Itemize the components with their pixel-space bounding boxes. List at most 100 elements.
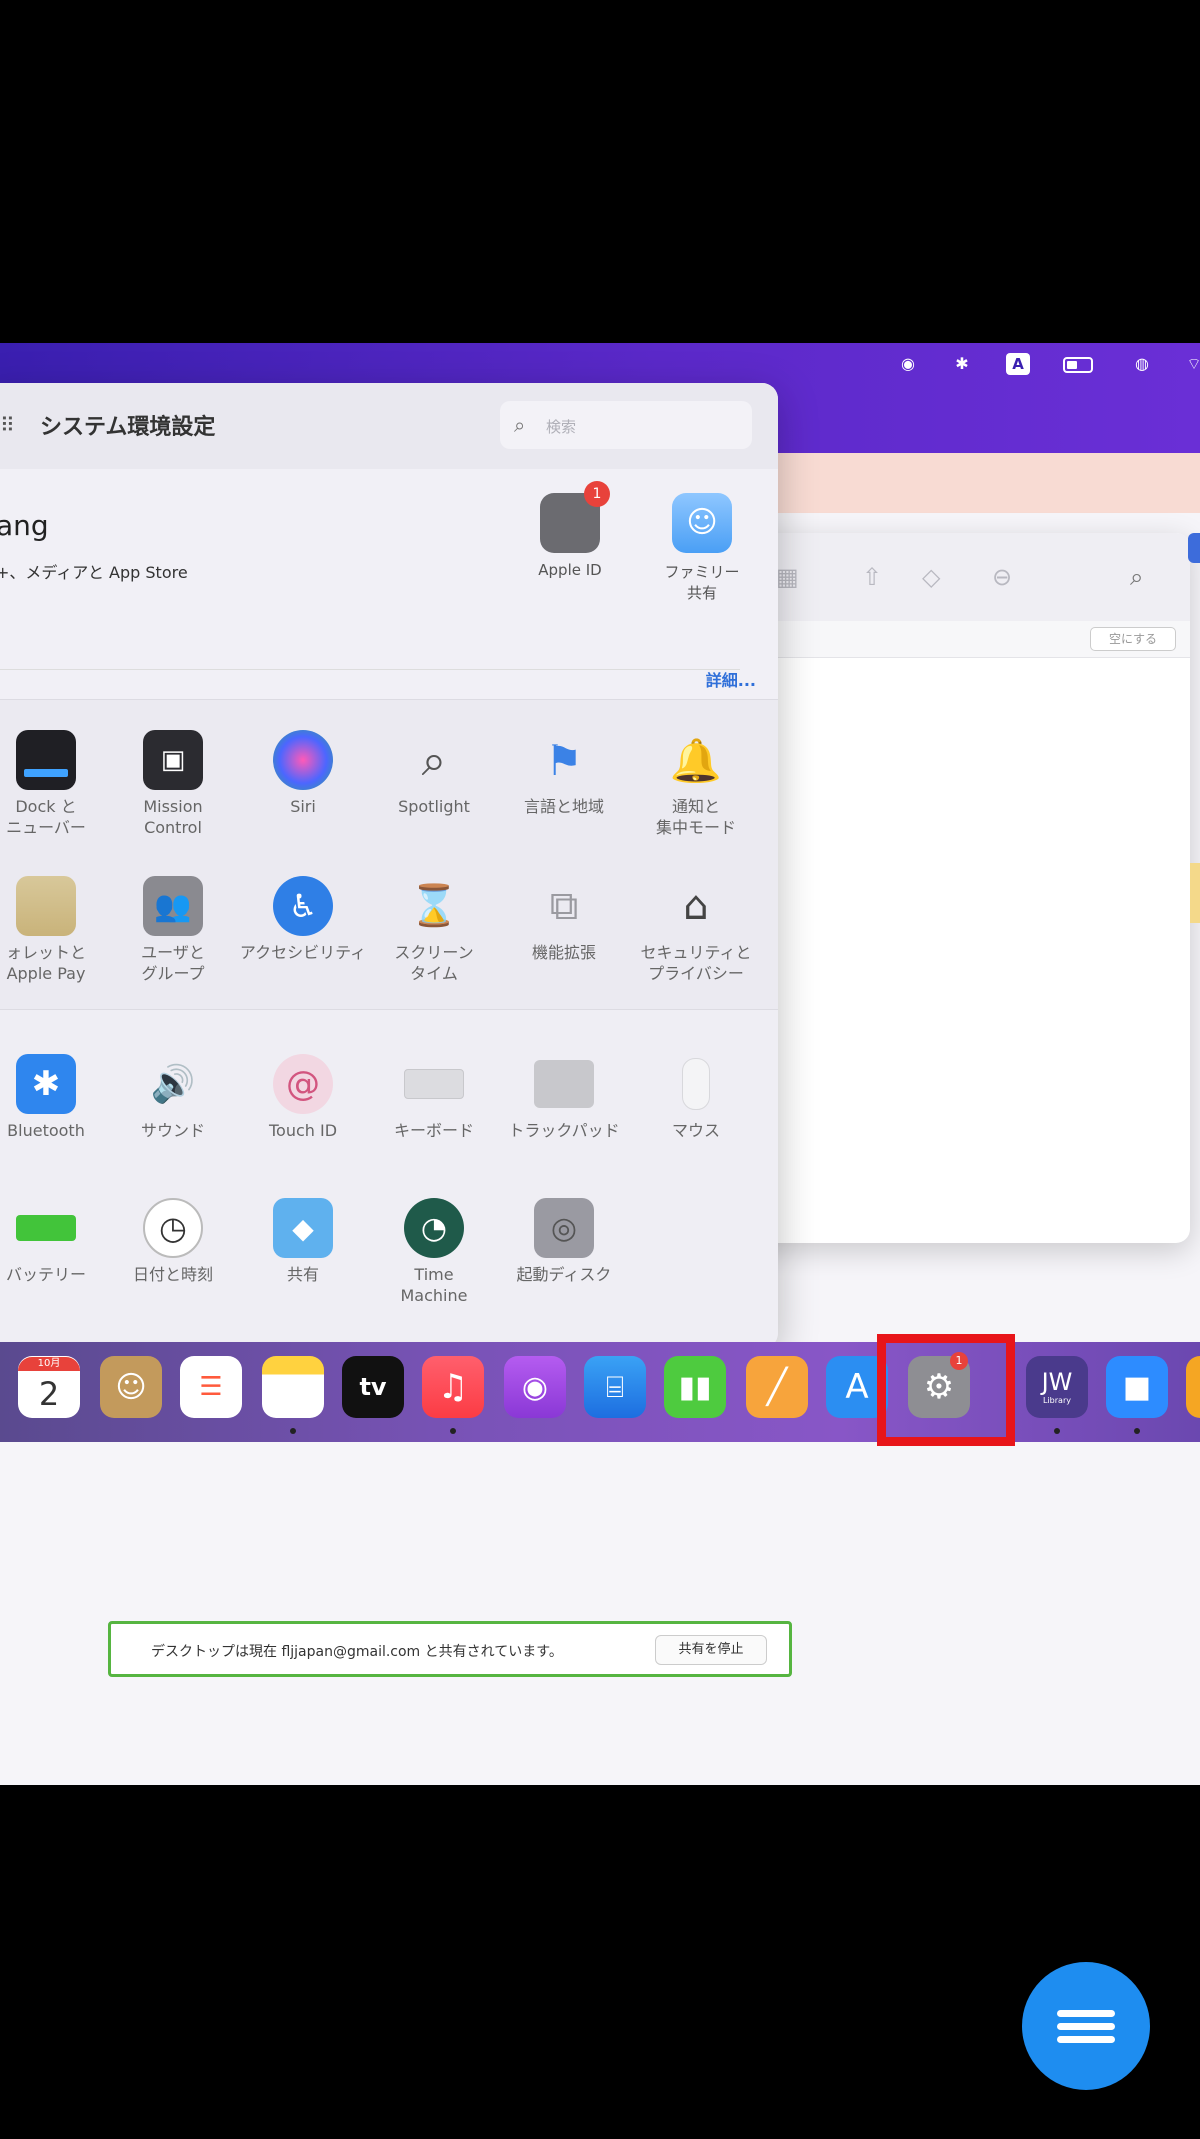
notes-app-icon[interactable] bbox=[262, 1356, 324, 1418]
menu-button[interactable] bbox=[1022, 1962, 1150, 2090]
pref-trackpad[interactable]: トラックパッド bbox=[498, 1054, 630, 1141]
pref-language-region[interactable]: ⚑ 言語と地域 bbox=[498, 730, 630, 817]
pref-mouse[interactable]: マウス bbox=[630, 1054, 762, 1141]
pref-bluetooth[interactable]: ✱ Bluetooth bbox=[0, 1054, 112, 1141]
trackpad-icon bbox=[534, 1054, 594, 1114]
calendar-app-icon[interactable]: 10月 2 bbox=[18, 1356, 80, 1418]
empty-trash-button[interactable]: 空にする bbox=[1090, 627, 1176, 651]
details-link[interactable]: 詳細... bbox=[706, 667, 756, 691]
pref-keyboard[interactable]: キーボード bbox=[368, 1054, 500, 1141]
stop-sharing-button[interactable]: 共有を停止 bbox=[655, 1635, 767, 1665]
bluetooth-icon[interactable]: ✱ bbox=[950, 353, 974, 375]
pref-label: スクリーン bbox=[394, 943, 474, 962]
battery-icon[interactable] bbox=[1063, 357, 1093, 373]
background-indicator bbox=[1188, 533, 1200, 563]
pref-notifications[interactable]: 🔔 通知と 集中モード bbox=[630, 730, 762, 838]
sharing-status-text: デスクトップは現在 fljjapan@gmail.com と共有されています。 bbox=[151, 1644, 563, 1660]
pref-wallet[interactable]: ォレットと Apple Pay bbox=[0, 876, 112, 984]
pref-siri[interactable]: Siri bbox=[237, 730, 369, 817]
numbers-app-icon[interactable]: ▮▮ bbox=[664, 1356, 726, 1418]
dock: 10月 2 ☺ ☰ tv ♫ ◉ ⌸ ▮▮ ╱ A ⚙ 1 JW Library… bbox=[0, 1342, 1200, 1442]
search-icon: ⌕ bbox=[514, 413, 526, 437]
system-preferences-window[interactable]: ⠿ システム環境設定 ⌕ 検索 ang +、メディアと App Store 1 … bbox=[0, 383, 778, 1349]
contacts-app-icon[interactable]: ☺ bbox=[100, 1356, 162, 1418]
pref-sharing[interactable]: ◆ 共有 bbox=[237, 1198, 369, 1285]
pref-label: Siri bbox=[290, 797, 316, 816]
keynote-app-icon[interactable]: ⌸ bbox=[584, 1356, 646, 1418]
pref-battery[interactable]: バッテリー bbox=[0, 1198, 112, 1285]
pref-label: Time bbox=[414, 1265, 454, 1284]
calendar-month: 10月 bbox=[18, 1357, 80, 1371]
pref-label: 共有 bbox=[286, 1265, 319, 1284]
more-icon[interactable]: ⊖ bbox=[992, 563, 1012, 591]
pref-label: プライバシー bbox=[648, 964, 744, 983]
user-icon[interactable]: ◍ bbox=[1130, 353, 1154, 375]
pref-label: 機能拡張 bbox=[531, 943, 596, 962]
pref-date-time[interactable]: ◷ 日付と時刻 bbox=[107, 1198, 239, 1285]
pref-label: Bluetooth bbox=[7, 1121, 85, 1140]
tag-icon[interactable]: ◇ bbox=[922, 563, 940, 591]
pref-extensions[interactable]: ⧉ 機能拡張 bbox=[498, 876, 630, 963]
family-icon: ☺ bbox=[672, 493, 732, 553]
divider bbox=[0, 669, 740, 670]
pref-label: ニューバー bbox=[6, 818, 86, 837]
pref-security-privacy[interactable]: ⌂ セキュリティと プライバシー bbox=[630, 876, 762, 984]
pref-touch-id[interactable]: @ Touch ID bbox=[237, 1054, 369, 1141]
family-label-1: ファミリー bbox=[664, 563, 740, 581]
pref-dock[interactable]: Dock と ニューバー bbox=[0, 730, 112, 838]
dock-icon bbox=[16, 730, 76, 790]
airdrop-icon[interactable]: ◉ bbox=[896, 353, 920, 375]
mission-control-icon: ▣ bbox=[143, 730, 203, 790]
reminders-app-icon[interactable]: ☰ bbox=[180, 1356, 242, 1418]
calendar-day: 2 bbox=[38, 1375, 60, 1413]
hamburger-icon bbox=[1057, 2004, 1115, 2049]
pref-label: Control bbox=[144, 818, 202, 837]
cut-off-app-icon[interactable] bbox=[1186, 1356, 1200, 1418]
tv-app-icon[interactable]: tv bbox=[342, 1356, 404, 1418]
view-icon[interactable]: ▦ bbox=[776, 563, 799, 591]
wifi-icon[interactable]: ⌔ bbox=[1182, 353, 1200, 375]
finder-window[interactable]: ▦ ⇧ ◇ ⊖ ⌕ 空にする bbox=[740, 533, 1190, 1243]
search-field[interactable]: ⌕ 検索 bbox=[500, 401, 752, 449]
pref-label: セキュリティと bbox=[640, 943, 752, 962]
pref-label: トラックパッド bbox=[508, 1121, 620, 1140]
music-app-icon[interactable]: ♫ bbox=[422, 1356, 484, 1418]
pref-label: タイム bbox=[410, 964, 458, 983]
speaker-icon: 🔊 bbox=[150, 1063, 196, 1105]
pref-sound[interactable]: 🔊 サウンド bbox=[107, 1054, 239, 1141]
jw-label: JW bbox=[1041, 1368, 1073, 1396]
pref-label: マウス bbox=[671, 1121, 720, 1140]
account-name: ang bbox=[0, 509, 49, 542]
pref-startup-disk[interactable]: ◎ 起動ディスク bbox=[498, 1198, 630, 1285]
pref-screen-time[interactable]: ⌛ スクリーン タイム bbox=[368, 876, 500, 984]
accessibility-icon: ♿ bbox=[273, 876, 333, 936]
family-sharing-item[interactable]: ☺ ファミリー 共有 bbox=[642, 493, 762, 603]
podcasts-app-icon[interactable]: ◉ bbox=[504, 1356, 566, 1418]
keyboard-icon bbox=[404, 1054, 464, 1114]
background-strip bbox=[1190, 863, 1200, 923]
pref-label: グループ bbox=[141, 964, 205, 983]
pref-label: キーボード bbox=[393, 1121, 474, 1140]
pref-label: ォレットと bbox=[5, 943, 86, 962]
share-icon[interactable]: ⇧ bbox=[862, 563, 882, 591]
pref-label: 言語と地域 bbox=[523, 797, 604, 816]
pages-app-icon[interactable]: ╱ bbox=[746, 1356, 808, 1418]
pref-time-machine[interactable]: ◔ Time Machine bbox=[368, 1198, 500, 1306]
pref-accessibility[interactable]: ♿ アクセシビリティ bbox=[237, 876, 369, 963]
running-indicator bbox=[1134, 1428, 1140, 1434]
zoom-app-icon[interactable]: ■ bbox=[1106, 1356, 1168, 1418]
show-all-grid-icon[interactable]: ⠿ bbox=[0, 415, 20, 435]
pref-label: Dock と bbox=[15, 797, 77, 816]
pref-label: Spotlight bbox=[398, 797, 470, 816]
puzzle-icon: ⧉ bbox=[549, 882, 579, 929]
window-title: システム環境設定 bbox=[40, 415, 216, 440]
apple-id-item[interactable]: 1 Apple ID bbox=[510, 481, 630, 579]
input-source-icon[interactable]: A bbox=[1006, 353, 1030, 375]
pref-spotlight[interactable]: ⌕ Spotlight bbox=[368, 730, 500, 817]
pref-mission-control[interactable]: ▣ Mission Control bbox=[107, 730, 239, 838]
wallet-icon bbox=[16, 876, 76, 936]
jw-library-app-icon[interactable]: JW Library bbox=[1026, 1356, 1088, 1418]
finder-search-icon[interactable]: ⌕ bbox=[1130, 563, 1143, 591]
hourglass-icon: ⌛ bbox=[409, 882, 459, 929]
pref-users-groups[interactable]: 👥 ユーザと グループ bbox=[107, 876, 239, 984]
